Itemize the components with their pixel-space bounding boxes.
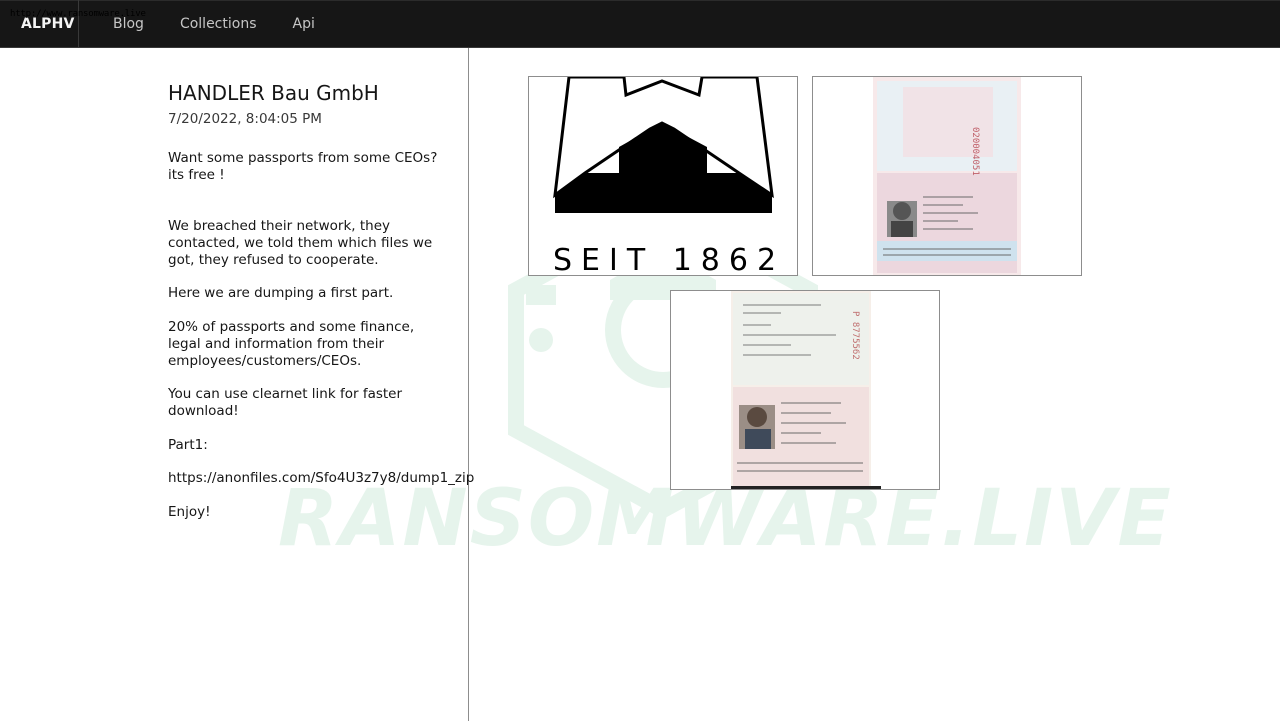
description-paragraph: Part1: [168, 437, 208, 453]
description-paragraph: You can use clearnet link for faster dow… [168, 386, 403, 419]
post-description: Want some passports from some CEOs? its … [168, 150, 474, 521]
svg-text:020004051: 020004051 [970, 127, 980, 176]
description-paragraph: Enjoy! [168, 504, 211, 520]
description-paragraph: We breached their network, they contacte… [168, 218, 433, 268]
nav-item-api[interactable]: Api [293, 16, 315, 32]
victim-title: HANDLER Bau GmbH [168, 81, 379, 105]
description-paragraph: Here we are dumping a first part. [168, 285, 394, 301]
logo-caption: SEIT 1862 [553, 243, 786, 276]
nav-item-collections[interactable]: Collections [180, 16, 257, 32]
description-paragraph: Want some passports from some CEOs? its … [168, 150, 438, 183]
gallery-image-passport-2[interactable]: P 8775562 [670, 290, 940, 490]
post-panel: HANDLER Bau GmbH 7/20/2022, 8:04:05 PM W… [0, 48, 474, 721]
gallery-image-logo[interactable]: SEIT 1862 [528, 76, 798, 276]
passport-scan-icon: P 8775562 [731, 291, 881, 489]
url-label: http://www.ransomware.live [10, 9, 146, 19]
post-date: 7/20/2022, 8:04:05 PM [168, 111, 322, 127]
description-paragraph: 20% of passports and some finance, legal… [168, 319, 415, 369]
passport-scan-icon: 020004051 [873, 77, 1021, 275]
gallery-image-passport-1[interactable]: 020004051 [812, 76, 1082, 276]
brand-name[interactable]: ALPHV [0, 0, 79, 48]
svg-text:P 8775562: P 8775562 [850, 311, 860, 360]
top-navigation-bar: ALPHV Blog Collections Api [0, 0, 1280, 48]
download-link[interactable]: https://anonfiles.com/Sfo4U3z7y8/dump1_z… [168, 470, 474, 487]
